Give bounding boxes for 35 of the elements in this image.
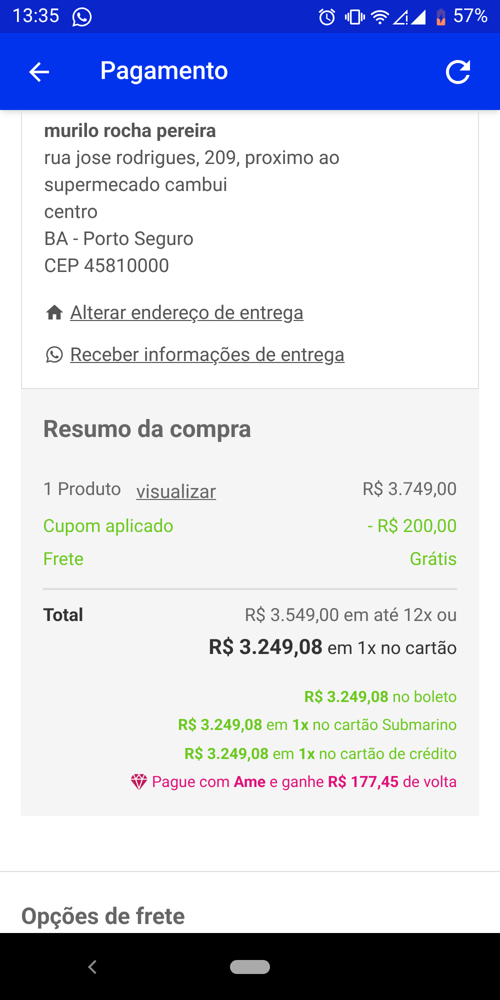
summary-title: Resumo da compra [43, 414, 252, 445]
diamond-icon [130, 773, 148, 792]
home-pill-icon[interactable] [230, 960, 270, 974]
payment-offer: R$ 3.249,08 em 1x no cartão de crédito [184, 744, 457, 764]
section-title: Opções de frete [21, 902, 186, 932]
whatsapp-icon [45, 345, 64, 364]
summary-label: 1 Produto [43, 478, 122, 502]
total-installments: R$ 3.549,00 em até 12x ou [244, 604, 457, 628]
status-time: 13:35 [12, 3, 60, 30]
payment-offer: Pague com Ame e ganhe R$ 177,45 de volta [152, 772, 457, 793]
summary-value: Grátis [410, 548, 457, 572]
total-price: R$ 3.249,08 em 1x no cartão [208, 634, 457, 662]
alarm-icon [316, 6, 337, 26]
summary-value: - R$ 200,00 [368, 514, 457, 538]
signal-icon [390, 8, 409, 26]
recipient-name: murilo rocha pereira [44, 118, 218, 144]
vibrate-icon [344, 6, 365, 26]
address-line: supermecado cambui [44, 172, 228, 198]
address-line: centro [44, 199, 99, 225]
summary-label: Cupom aplicado [43, 514, 174, 538]
payment-offer: R$ 3.249,08 em 1x no cartão Submarino [178, 715, 457, 736]
page-title: Pagamento [100, 56, 228, 88]
signal-icon [408, 8, 427, 26]
summary-label: Frete [43, 548, 84, 572]
delivery-link[interactable]: Alterar endereço de entrega [70, 299, 304, 326]
battery-level: 57% [452, 3, 488, 30]
summary-value: R$ 3.749,00 [362, 478, 457, 502]
delivery-link[interactable]: Receber informações de entrega [70, 341, 345, 368]
address-line: CEP 45810000 [44, 253, 170, 279]
address-line: rua jose rodrigues, 209, proximo ao [44, 145, 341, 171]
payment-offer: R$ 3.249,08 no boleto [304, 687, 457, 708]
total-label: Total [43, 604, 84, 628]
view-link[interactable]: visualizar [136, 478, 216, 506]
whatsapp-icon [71, 6, 94, 28]
address-line: BA - Porto Seguro [44, 226, 195, 252]
